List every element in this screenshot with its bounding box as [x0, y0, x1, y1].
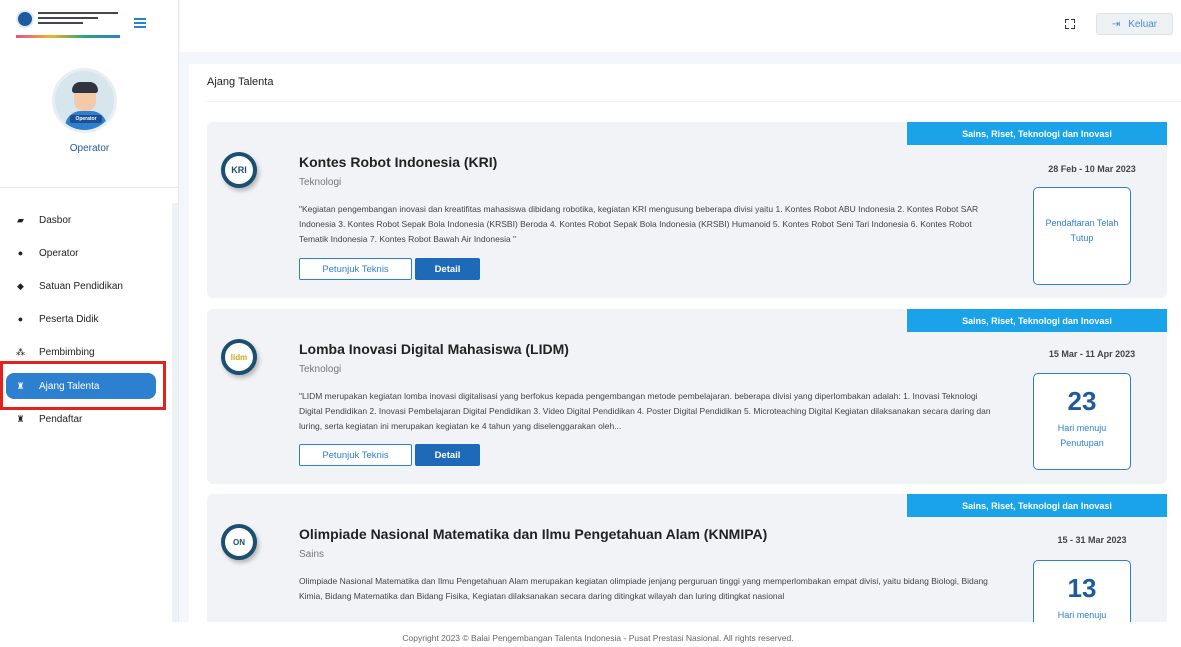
- event-description: "Kegiatan pengembangan inovasi dan kreat…: [299, 204, 979, 244]
- category-tag: Sains, Riset, Teknologi dan Inovasi: [907, 122, 1167, 145]
- event-logo: KRI: [221, 152, 257, 188]
- sidebar-item-operator[interactable]: ● Operator: [6, 240, 156, 266]
- sidebar-item-satuan-pendidikan[interactable]: ◆ Satuan Pendidikan: [6, 273, 156, 299]
- logo-emblem-icon: [16, 10, 34, 28]
- event-logo: ON: [221, 524, 257, 560]
- event-date: 15 - 31 Mar 2023: [1057, 535, 1127, 545]
- users-icon: ⁂: [16, 346, 25, 357]
- countdown-number: 13: [1067, 573, 1097, 603]
- sidebar-divider: [0, 187, 179, 188]
- app-logo[interactable]: [16, 10, 120, 38]
- menu-toggle-icon[interactable]: [134, 18, 146, 28]
- sidebar-item-label: Pendaftar: [39, 413, 83, 425]
- sidebar-item-label: Pembimbing: [39, 346, 95, 358]
- page-title: Ajang Talenta: [207, 76, 274, 88]
- dashboard-icon: ▰: [17, 214, 24, 225]
- event-category: Teknologi: [299, 364, 342, 375]
- sidebar-item-label: Operator: [39, 247, 79, 259]
- user-role-label: Operator: [69, 143, 110, 154]
- sidebar-item-label: Satuan Pendidikan: [39, 280, 123, 292]
- logout-button[interactable]: ⇥ Keluar: [1096, 13, 1173, 35]
- event-category: Sains: [299, 549, 325, 560]
- sidebar: Operator Operator ▰ Dasbor ● Operator ◆ …: [0, 0, 179, 622]
- logout-label: Keluar: [1128, 18, 1158, 30]
- event-title: Kontes Robot Indonesia (KRI): [299, 154, 498, 170]
- event-title: Lomba Inovasi Digital Mahasiswa (LIDM): [299, 341, 569, 357]
- topbar: ⇥ Keluar: [180, 0, 1181, 52]
- avatar: Operator: [52, 68, 117, 133]
- talent-event-card: Sains, Riset, Teknologi dan Inovasi ON O…: [207, 494, 1167, 622]
- event-category: Teknologi: [299, 177, 342, 188]
- user-icon: ●: [17, 313, 24, 324]
- fullscreen-icon[interactable]: [1065, 19, 1075, 29]
- event-date: 15 Mar - 11 Apr 2023: [1048, 349, 1136, 359]
- countdown-box: 13 Hari menuju: [1033, 560, 1131, 622]
- avatar-role-badge: Operator: [70, 115, 102, 123]
- detail-button[interactable]: Detail: [415, 258, 480, 280]
- event-description: "LIDM merupakan kegiatan lomba inovasi d…: [299, 391, 991, 431]
- countdown-number: 23: [1067, 386, 1097, 416]
- trophy-icon: ♜: [16, 413, 25, 424]
- sidebar-scrollbar[interactable]: [172, 203, 178, 622]
- event-logo: lidm: [221, 339, 257, 375]
- technical-guide-button[interactable]: Petunjuk Teknis: [299, 444, 412, 466]
- countdown-box: Pendaftaran Telah Tutup: [1033, 187, 1131, 285]
- technical-guide-button[interactable]: Petunjuk Teknis: [299, 258, 412, 280]
- user-icon: ●: [17, 247, 24, 258]
- countdown-label: Hari menuju: [1057, 610, 1107, 620]
- event-title: Olimpiade Nasional Matematika dan Ilmu P…: [299, 526, 768, 542]
- event-date: 28 Feb - 10 Mar 2023: [1048, 164, 1136, 174]
- talent-event-card: Sains, Riset, Teknologi dan Inovasi lidm…: [207, 309, 1167, 484]
- highlight-annotation-box: [0, 361, 166, 410]
- copyright-text: Copyright 2023 © Balai Pengembangan Tale…: [402, 633, 794, 643]
- countdown-box: 23 Hari menuju Penutupan: [1033, 373, 1131, 470]
- countdown-label: Pendaftaran Telah Tutup: [1045, 218, 1119, 243]
- category-tag: Sains, Riset, Teknologi dan Inovasi: [907, 494, 1167, 517]
- sidebar-item-peserta-didik[interactable]: ● Peserta Didik: [6, 306, 156, 332]
- talent-event-card: Sains, Riset, Teknologi dan Inovasi KRI …: [207, 122, 1167, 298]
- event-description: Olimpiade Nasional Matematika dan Ilmu P…: [299, 576, 988, 601]
- sidebar-item-label: Peserta Didik: [39, 313, 99, 325]
- sidebar-item-label: Dasbor: [39, 214, 72, 226]
- countdown-label: Hari menuju Penutupan: [1057, 423, 1107, 448]
- logout-icon: ⇥: [1111, 18, 1121, 30]
- graduation-cap-icon: ◆: [17, 280, 24, 291]
- footer: Copyright 2023 © Balai Pengembangan Tale…: [0, 622, 1181, 647]
- sidebar-item-dasbor[interactable]: ▰ Dasbor: [6, 207, 156, 233]
- main-content: Ajang Talenta Sains, Riset, Teknologi da…: [189, 64, 1181, 622]
- category-tag: Sains, Riset, Teknologi dan Inovasi: [907, 309, 1167, 332]
- detail-button[interactable]: Detail: [415, 444, 480, 466]
